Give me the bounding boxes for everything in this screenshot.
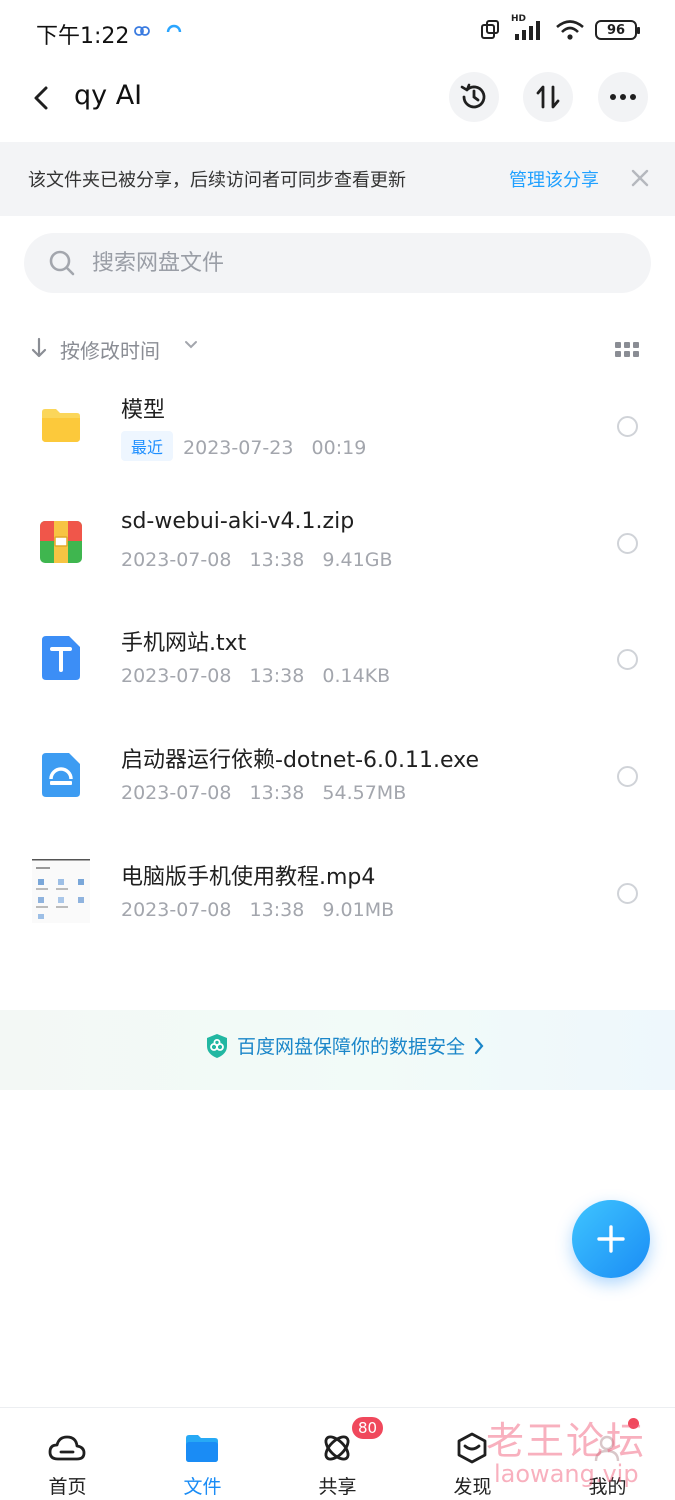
file-name: sd-webui-aki-v4.1.zip bbox=[121, 509, 355, 534]
file-name: 手机网站.txt bbox=[121, 631, 247, 656]
shield-icon bbox=[207, 1033, 227, 1058]
file-row[interactable]: 启动器运行依赖-dotnet-6.0.11.exe 2023-07-08 13:… bbox=[0, 726, 675, 838]
search-input[interactable] bbox=[92, 233, 632, 293]
back-button[interactable] bbox=[22, 78, 62, 118]
profile-notification-dot bbox=[628, 1418, 639, 1429]
select-radio[interactable] bbox=[617, 766, 638, 787]
page: 下午1:22 HD 96 qy AI 该文件夹已被分享，后续访问者可同步查看更新… bbox=[0, 0, 675, 1500]
more-button[interactable] bbox=[598, 72, 648, 122]
file-meta: 最近 2023-07-23 00:19 bbox=[121, 431, 367, 462]
select-radio[interactable] bbox=[617, 533, 638, 554]
file-row[interactable]: 模型 最近 2023-07-23 00:19 bbox=[0, 376, 675, 488]
select-radio[interactable] bbox=[617, 883, 638, 904]
status-time: 下午1:22 bbox=[36, 24, 130, 49]
share-count-badge: 80 bbox=[350, 1415, 386, 1441]
more-icon bbox=[610, 94, 636, 100]
status-left-icons bbox=[132, 20, 184, 40]
share-banner: 该文件夹已被分享，后续访问者可同步查看更新 管理该分享 bbox=[0, 142, 675, 216]
file-meta-text: 2023-07-08 13:38 9.41GB bbox=[121, 549, 393, 571]
manage-share-link[interactable]: 管理该分享 bbox=[509, 166, 599, 192]
nav-label: 我的 bbox=[588, 1476, 627, 1498]
nav-label: 首页 bbox=[48, 1476, 87, 1498]
file-meta-text: 2023-07-08 13:38 0.14KB bbox=[121, 665, 391, 687]
nav-item-discover[interactable]: 发现 bbox=[405, 1408, 540, 1500]
share-orbit-icon bbox=[317, 1430, 357, 1466]
nav-item-profile[interactable]: 我的 bbox=[540, 1408, 675, 1500]
screen-rotate-icon bbox=[481, 20, 499, 39]
zip-file-icon bbox=[40, 521, 82, 563]
add-button[interactable] bbox=[572, 1200, 650, 1278]
select-radio[interactable] bbox=[617, 649, 638, 670]
recent-badge: 最近 bbox=[121, 431, 174, 461]
security-banner-content: 百度网盘保障你的数据安全 bbox=[205, 1032, 485, 1059]
profile-icon bbox=[587, 1430, 627, 1466]
file-row[interactable]: sd-webui-aki-v4.1.zip 2023-07-08 13:38 9… bbox=[0, 493, 675, 605]
transfer-button[interactable] bbox=[523, 72, 573, 122]
folder-icon bbox=[182, 1430, 222, 1466]
status-bar: 下午1:22 HD 96 bbox=[0, 0, 675, 64]
plus-icon bbox=[597, 1225, 625, 1253]
file-name: 模型 bbox=[121, 398, 166, 423]
bottom-nav: 首页 文件 共享 发现 我的 bbox=[0, 1407, 675, 1500]
top-header: qy AI bbox=[0, 64, 675, 142]
close-icon bbox=[631, 169, 649, 187]
text-file-icon bbox=[42, 636, 80, 680]
cellular-signal-icon: HD bbox=[511, 14, 545, 42]
exe-file-icon bbox=[42, 753, 80, 797]
file-meta-text: 2023-07-08 13:38 9.01MB bbox=[121, 899, 395, 921]
home-cloud-icon bbox=[47, 1430, 87, 1466]
chevron-down-icon[interactable] bbox=[184, 340, 198, 350]
folder-icon bbox=[42, 409, 80, 442]
battery-indicator: 96 bbox=[595, 20, 640, 40]
sort-row: 按修改时间 bbox=[0, 322, 675, 374]
share-banner-text: 该文件夹已被分享，后续访问者可同步查看更新 bbox=[28, 170, 406, 191]
chevron-right-icon bbox=[474, 1037, 484, 1054]
file-meta-text: 2023-07-23 00:19 bbox=[183, 437, 367, 459]
security-text: 百度网盘保障你的数据安全 bbox=[237, 1036, 466, 1058]
page-title: qy AI bbox=[74, 80, 143, 111]
sort-direction-icon[interactable] bbox=[30, 336, 48, 360]
select-radio[interactable] bbox=[617, 416, 638, 437]
nav-label: 文件 bbox=[183, 1476, 222, 1498]
file-name: 电脑版手机使用教程.mp4 bbox=[121, 865, 376, 890]
status-right: HD 96 bbox=[479, 14, 640, 42]
history-icon bbox=[460, 83, 486, 109]
security-banner[interactable]: 百度网盘保障你的数据安全 bbox=[0, 1010, 675, 1090]
history-button[interactable] bbox=[449, 72, 499, 122]
nav-label: 共享 bbox=[318, 1476, 357, 1498]
grid-view-button[interactable] bbox=[612, 336, 642, 362]
file-meta-text: 2023-07-08 13:38 54.57MB bbox=[121, 782, 407, 804]
cloud-sync-icon bbox=[134, 26, 150, 36]
nav-label: 发现 bbox=[453, 1476, 492, 1498]
banner-close-button[interactable] bbox=[626, 160, 654, 196]
file-name: 启动器运行依赖-dotnet-6.0.11.exe bbox=[121, 748, 480, 773]
loading-ring-icon bbox=[166, 24, 182, 33]
nav-item-files[interactable]: 文件 bbox=[135, 1408, 270, 1500]
video-thumbnail bbox=[32, 859, 90, 923]
nav-item-home[interactable]: 首页 bbox=[0, 1408, 135, 1500]
search-icon bbox=[49, 250, 75, 276]
sort-label[interactable]: 按修改时间 bbox=[60, 335, 160, 364]
transfer-icon bbox=[536, 85, 560, 109]
file-row[interactable]: 手机网站.txt 2023-07-08 13:38 0.14KB bbox=[0, 609, 675, 721]
search-bar bbox=[24, 233, 651, 293]
nav-item-share[interactable]: 共享 bbox=[270, 1408, 405, 1500]
file-row[interactable]: 电脑版手机使用教程.mp4 2023-07-08 13:38 9.01MB bbox=[0, 843, 675, 955]
wifi-icon bbox=[556, 20, 584, 40]
back-chevron-icon bbox=[34, 86, 48, 110]
discover-box-icon bbox=[452, 1430, 492, 1466]
